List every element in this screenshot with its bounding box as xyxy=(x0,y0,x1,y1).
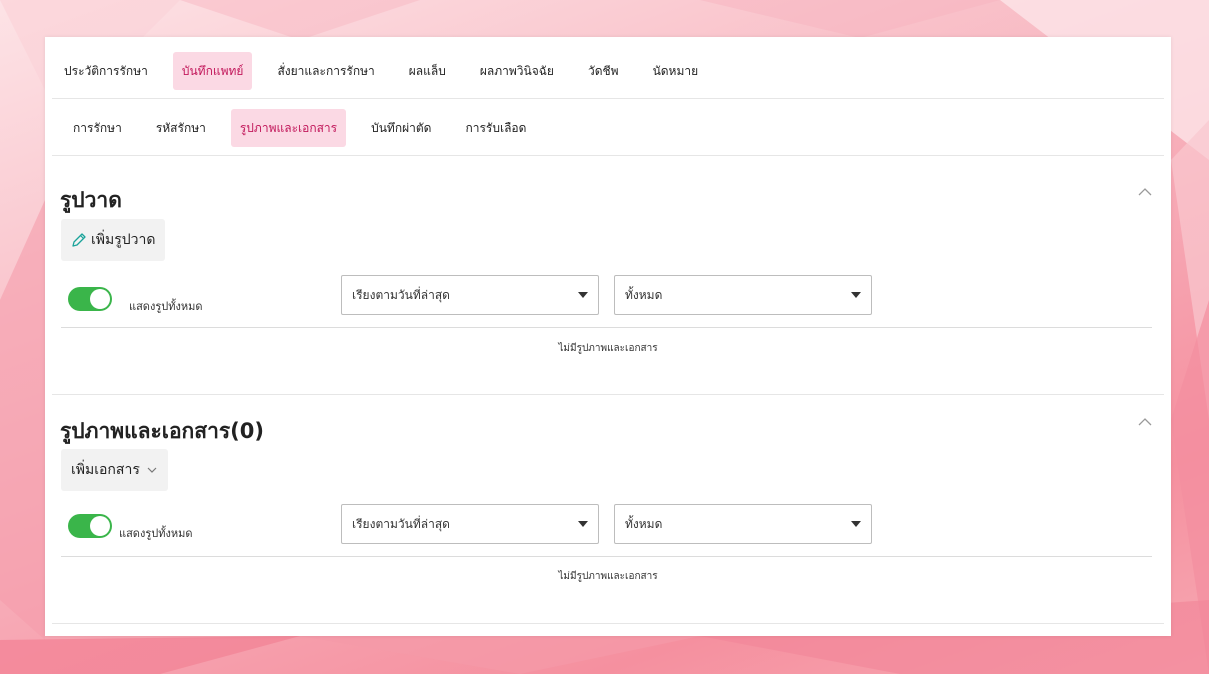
tab-vital-signs[interactable]: วัดชีพ xyxy=(579,52,628,90)
show-all-documents-toggle[interactable] xyxy=(68,514,112,538)
chevron-up-icon[interactable] xyxy=(1138,417,1152,427)
add-document-label: เพิ่มเอกสาร xyxy=(71,462,140,478)
documents-title: รูปภาพและเอกสาร(0) xyxy=(60,419,264,443)
main-tab-divider xyxy=(52,98,1164,99)
subtab-treatment-codes[interactable]: รหัสรักษา xyxy=(147,109,215,147)
chevron-down-icon xyxy=(147,467,157,473)
chevron-up-icon[interactable] xyxy=(1138,187,1152,197)
drawings-sort-value: เรียงตามวันที่ล่าสุด xyxy=(352,287,450,302)
drawings-filter-select[interactable]: ทั้งหมด xyxy=(614,275,872,315)
caret-down-icon xyxy=(578,521,588,527)
show-all-documents-label: แสดงรูปทั้งหมด xyxy=(119,527,193,540)
documents-sort-select[interactable]: เรียงตามวันที่ล่าสุด xyxy=(341,504,599,544)
drawings-filter-value: ทั้งหมด xyxy=(625,287,663,302)
tab-treatment-history[interactable]: ประวัติการรักษา xyxy=(55,52,157,90)
subtab-blood-transfusion[interactable]: การรับเลือด xyxy=(456,109,535,147)
sub-tab-divider xyxy=(52,155,1164,156)
documents-filter-select[interactable]: ทั้งหมด xyxy=(614,504,872,544)
documents-sort-value: เรียงตามวันที่ล่าสุด xyxy=(352,516,450,531)
documents-list-divider xyxy=(61,556,1152,557)
drawings-list-divider xyxy=(61,327,1152,328)
toggle-knob xyxy=(90,289,110,309)
documents-empty-message: ไม่มีรูปภาพและเอกสาร xyxy=(558,571,658,582)
add-drawing-button[interactable]: เพิ่มรูปวาด xyxy=(61,219,166,261)
caret-down-icon xyxy=(851,521,861,527)
add-document-button[interactable]: เพิ่มเอกสาร xyxy=(61,449,168,491)
show-all-drawings-toggle[interactable] xyxy=(68,287,112,311)
sub-tab-bar: การรักษา รหัสรักษา รูปภาพและเอกสาร บันทึ… xyxy=(64,109,1171,147)
drawings-empty-message: ไม่มีรูปภาพและเอกสาร xyxy=(558,343,658,354)
drawings-title: รูปวาด xyxy=(60,188,122,212)
tab-imaging-results[interactable]: ผลภาพวินิจฉัย xyxy=(471,52,563,90)
tab-doctor-notes[interactable]: บันทึกแพทย์ xyxy=(172,52,253,90)
bottom-divider xyxy=(52,623,1164,624)
subtab-images-documents[interactable]: รูปภาพและเอกสาร xyxy=(230,109,347,147)
tab-orders[interactable]: สั่งยาและการรักษา xyxy=(268,52,383,90)
drawings-sort-select[interactable]: เรียงตามวันที่ล่าสุด xyxy=(341,275,599,315)
show-all-drawings-label: แสดงรูปทั้งหมด xyxy=(129,300,203,313)
toggle-knob xyxy=(90,516,110,536)
pencil-icon xyxy=(72,233,86,247)
subtab-treatment[interactable]: การรักษา xyxy=(64,109,131,147)
main-tab-bar: ประวัติการรักษา บันทึกแพทย์ สั่งยาและการ… xyxy=(55,51,1171,91)
main-panel: ประวัติการรักษา บันทึกแพทย์ สั่งยาและการ… xyxy=(45,37,1171,636)
documents-section: รูปภาพและเอกสาร(0) เพิ่มเอกสาร แสดงรูปทั… xyxy=(52,395,1164,625)
documents-filter-value: ทั้งหมด xyxy=(625,516,663,531)
drawings-section: รูปวาด เพิ่มรูปวาด แสดงรูปทั้งหมด เรียงต… xyxy=(52,157,1164,395)
caret-down-icon xyxy=(578,292,588,298)
tab-lab-results[interactable]: ผลแล็บ xyxy=(400,52,455,90)
add-drawing-label: เพิ่มรูปวาด xyxy=(91,232,156,248)
caret-down-icon xyxy=(851,292,861,298)
subtab-surgery-notes[interactable]: บันทึกผ่าตัด xyxy=(362,109,440,147)
tab-appointments[interactable]: นัดหมาย xyxy=(644,52,708,90)
